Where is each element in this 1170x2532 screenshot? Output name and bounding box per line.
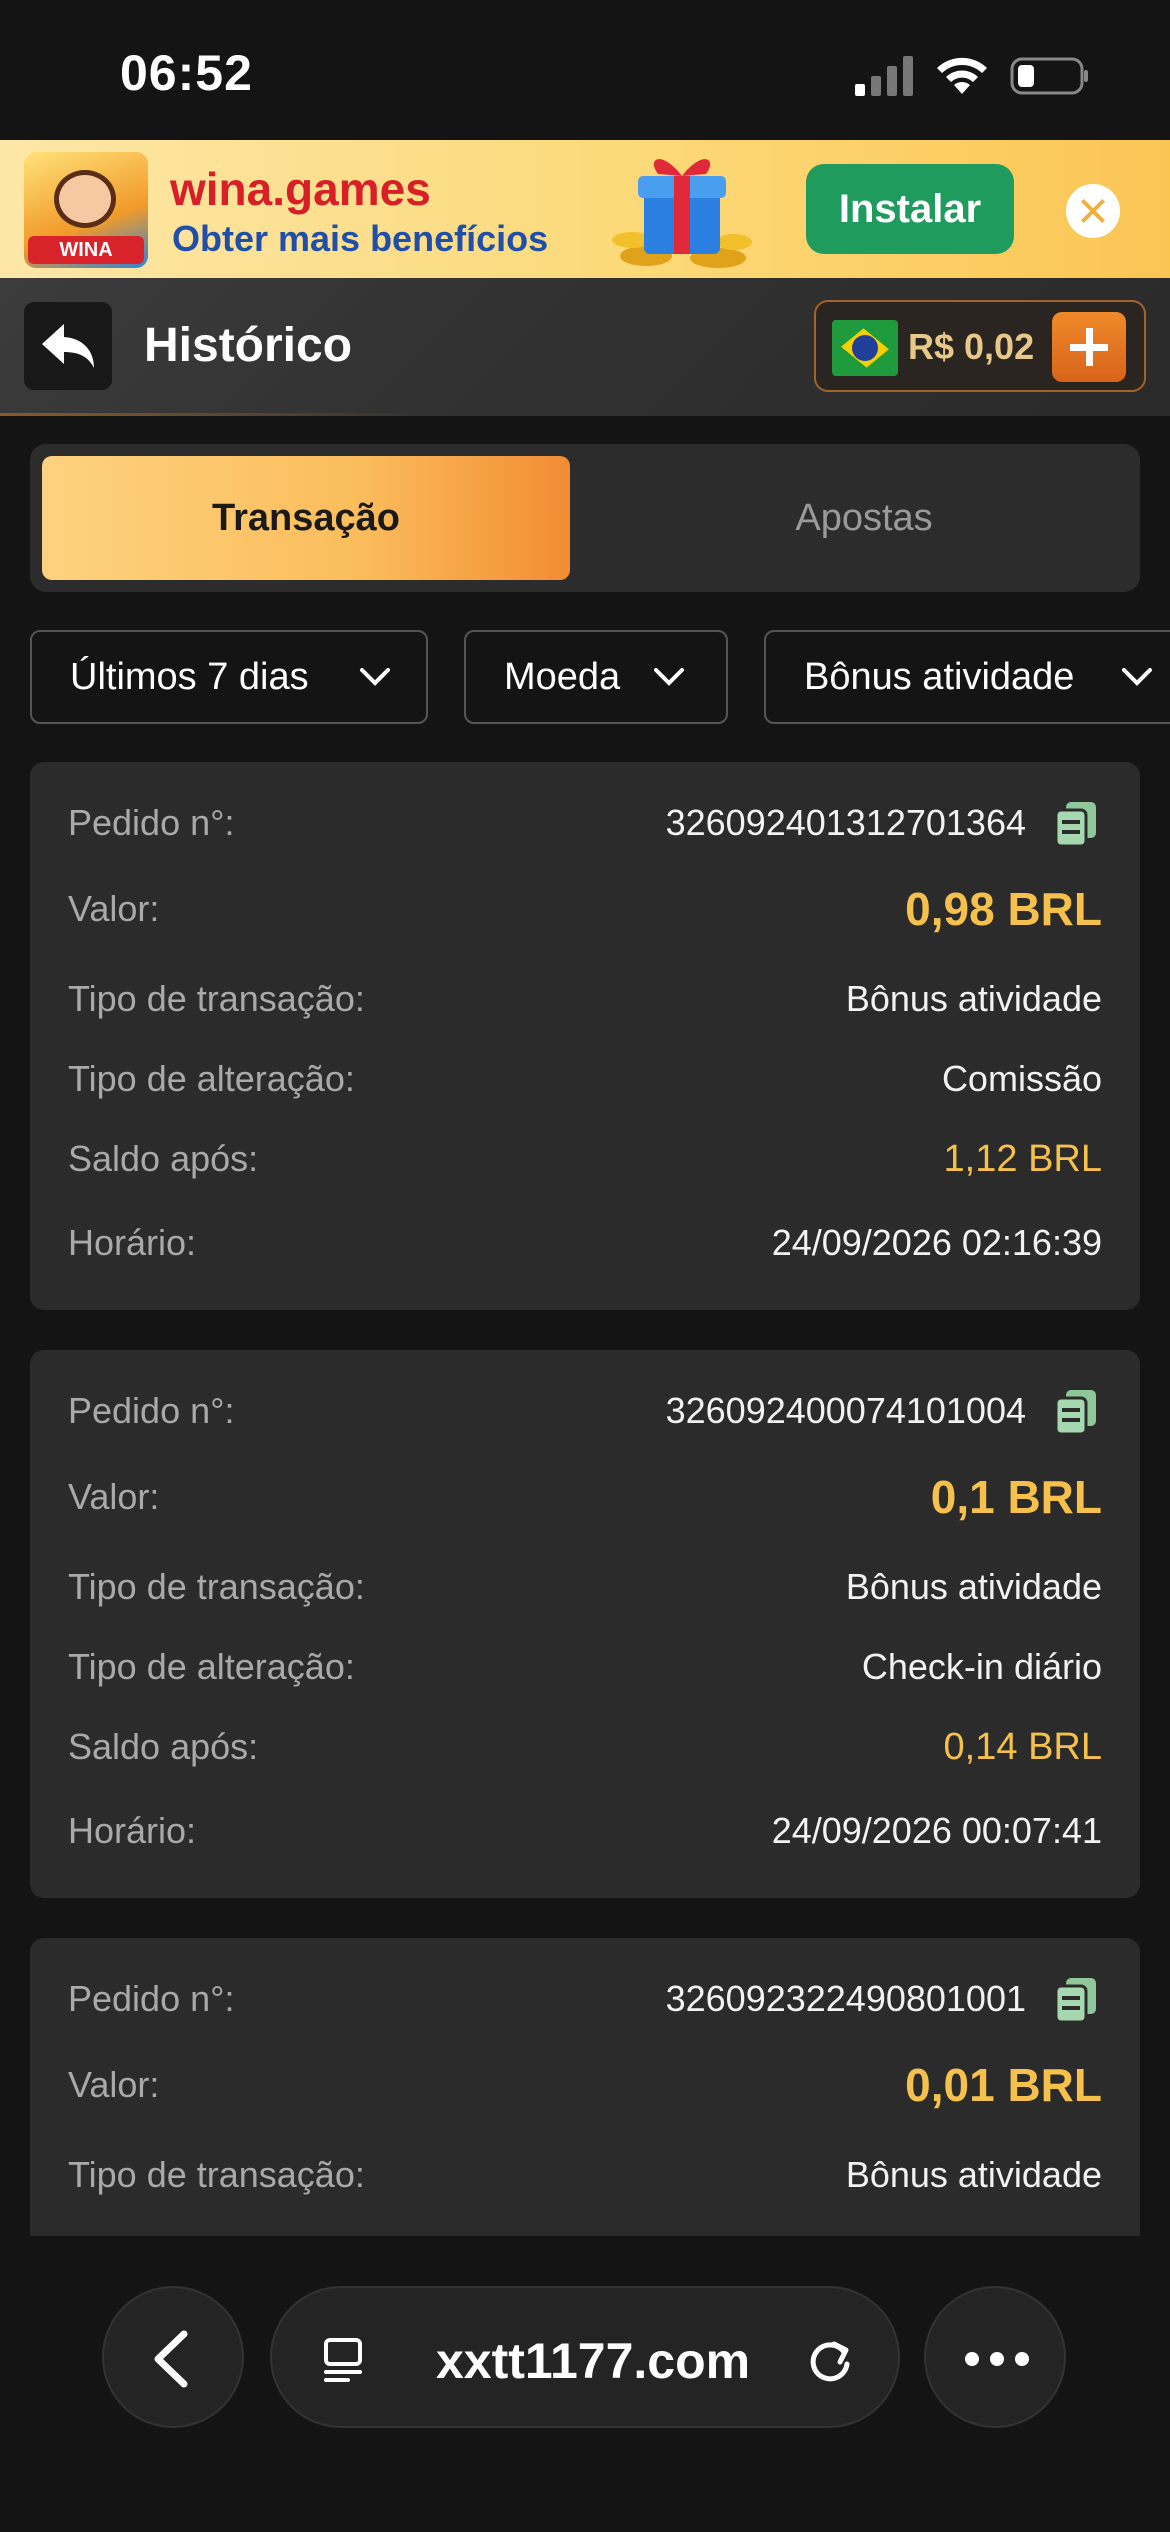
browser-toolbar: xxtt1177.com (0, 2236, 1170, 2532)
wifi-icon (937, 57, 987, 94)
order-number: 326092322490801001 (665, 1978, 1026, 2019)
amount-label: Valor: (68, 2064, 160, 2105)
change-type-label: Tipo de alteração: (68, 1058, 355, 1099)
transaction-card: Pedido n°: 326092401312701364 Valor: 0,9… (30, 762, 1140, 1310)
balance-after-value: 0,14 BRL (943, 1726, 1102, 1768)
amount-value: 0,1 BRL (930, 1471, 1102, 1523)
transaction-card: Pedido n°: 326092322490801001 Valor: 0,0… (30, 1938, 1140, 2236)
change-type-label: Tipo de alteração: (68, 1646, 355, 1687)
type-filter[interactable]: Bônus atividade (764, 630, 1170, 724)
more-icon (965, 2352, 1029, 2366)
more-options-button[interactable] (924, 2286, 1066, 2428)
amount-label: Valor: (68, 1476, 160, 1517)
amount-row: Valor: 0,1 BRL (68, 1468, 1102, 1528)
app-logo: WINA (24, 152, 148, 268)
copy-icon[interactable] (1052, 1386, 1102, 1436)
deposit-plus-button[interactable] (1052, 312, 1126, 382)
tx-type-row: Tipo de transação: Bônus atividade (68, 1558, 1102, 1618)
copy-icon[interactable] (1052, 1974, 1102, 2024)
currency-filter[interactable]: Moeda (464, 630, 728, 724)
reload-icon[interactable] (804, 2334, 856, 2386)
address-bar[interactable]: xxtt1177.com (270, 2286, 900, 2428)
tx-type-label: Tipo de transação: (68, 2154, 365, 2195)
amount-value: 0,98 BRL (905, 883, 1102, 935)
page-header: Histórico R$ 0,02 (0, 278, 1170, 416)
battery-icon (1010, 57, 1088, 95)
amount-value: 0,01 BRL (905, 2059, 1102, 2111)
url-text: xxtt1177.com (436, 2333, 751, 2389)
banner-app-name: wina.games (170, 163, 431, 215)
tx-type-row: Tipo de transação: Bônus atividade (68, 2146, 1102, 2206)
tx-type-value: Bônus atividade (845, 978, 1102, 1019)
currency-filter-label: Moeda (504, 656, 621, 698)
status-time: 06:52 (120, 45, 253, 101)
install-banner: WINA wina.games Obter mais benefícios In… (0, 140, 1170, 278)
tx-type-row: Tipo de transação: Bônus atividade (68, 970, 1102, 1030)
balance-after-row: Saldo após: 1,12 BRL (68, 1130, 1102, 1190)
time-row: Horário: 24/09/2026 02:16:39 (68, 1214, 1102, 1274)
order-label: Pedido n°: (68, 1978, 235, 2019)
back-arrow-icon (42, 324, 94, 368)
balance-after-value: 1,12 BRL (943, 1138, 1102, 1180)
date-range-filter-label: Últimos 7 dias (70, 656, 309, 698)
change-type-value: Comissão (941, 1058, 1102, 1099)
order-number: 326092400074101004 (665, 1390, 1026, 1431)
cellular-signal-icon (855, 56, 913, 96)
order-label: Pedido n°: (68, 1390, 235, 1431)
tx-type-label: Tipo de transação: (68, 978, 365, 1019)
amount-row: Valor: 0,98 BRL (68, 880, 1102, 940)
page-title: Histórico (144, 319, 353, 372)
tab-apostas[interactable]: Apostas (600, 456, 1128, 580)
page-menu-icon (324, 2338, 362, 2382)
balance-after-label: Saldo após: (68, 1138, 259, 1179)
time-value: 24/09/2026 02:16:39 (771, 1222, 1102, 1263)
chevron-down-icon (654, 668, 684, 686)
copy-icon[interactable] (1052, 798, 1102, 848)
change-type-row: Tipo de alteração: Check-in diário (68, 1638, 1102, 1698)
change-type-value: Check-in diário (861, 1646, 1102, 1687)
chevron-left-icon (154, 2330, 188, 2388)
back-button[interactable] (24, 302, 112, 390)
tx-type-value: Bônus atividade (845, 2154, 1102, 2195)
tx-type-label: Tipo de transação: (68, 1566, 365, 1607)
history-tabs: Transação Apostas (30, 444, 1140, 592)
tab-transacao[interactable]: Transação (42, 456, 570, 580)
transaction-card: Pedido n°: 326092400074101004 Valor: 0,1… (30, 1350, 1140, 1898)
balance-after-label: Saldo após: (68, 1726, 259, 1767)
brazil-flag-icon (832, 320, 898, 376)
amount-label: Valor: (68, 888, 160, 929)
gift-box-icon (612, 159, 752, 268)
banner-subtitle: Obter mais benefícios (172, 218, 549, 259)
install-button[interactable]: Instalar (806, 164, 1014, 254)
order-number: 326092401312701364 (665, 802, 1026, 843)
balance-after-row: Saldo após: 0,14 BRL (68, 1718, 1102, 1778)
time-label: Horário: (68, 1222, 197, 1263)
time-label: Horário: (68, 1810, 197, 1851)
close-icon[interactable] (1066, 184, 1120, 238)
order-row: Pedido n°: 326092400074101004 (68, 1382, 1102, 1442)
type-filter-label: Bônus atividade (804, 656, 1075, 698)
chevron-down-icon (360, 668, 390, 686)
time-row: Horário: 24/09/2026 00:07:41 (68, 1802, 1102, 1862)
balance-amount: R$ 0,02 (908, 326, 1035, 367)
order-row: Pedido n°: 326092322490801001 (68, 1970, 1102, 2030)
balance-widget[interactable]: R$ 0,02 (814, 300, 1146, 392)
date-range-filter[interactable]: Últimos 7 dias (30, 630, 428, 724)
status-bar: 06:52 (0, 0, 1170, 140)
browser-back-button[interactable] (102, 2286, 244, 2428)
order-label: Pedido n°: (68, 802, 235, 843)
app-logo-tag: WINA (28, 236, 144, 264)
chevron-down-icon (1122, 668, 1152, 686)
tx-type-value: Bônus atividade (845, 1566, 1102, 1607)
order-row: Pedido n°: 326092401312701364 (68, 794, 1102, 854)
amount-row: Valor: 0,01 BRL (68, 2056, 1102, 2116)
change-type-row: Tipo de alteração: Comissão (68, 1050, 1102, 1110)
time-value: 24/09/2026 00:07:41 (771, 1810, 1102, 1851)
